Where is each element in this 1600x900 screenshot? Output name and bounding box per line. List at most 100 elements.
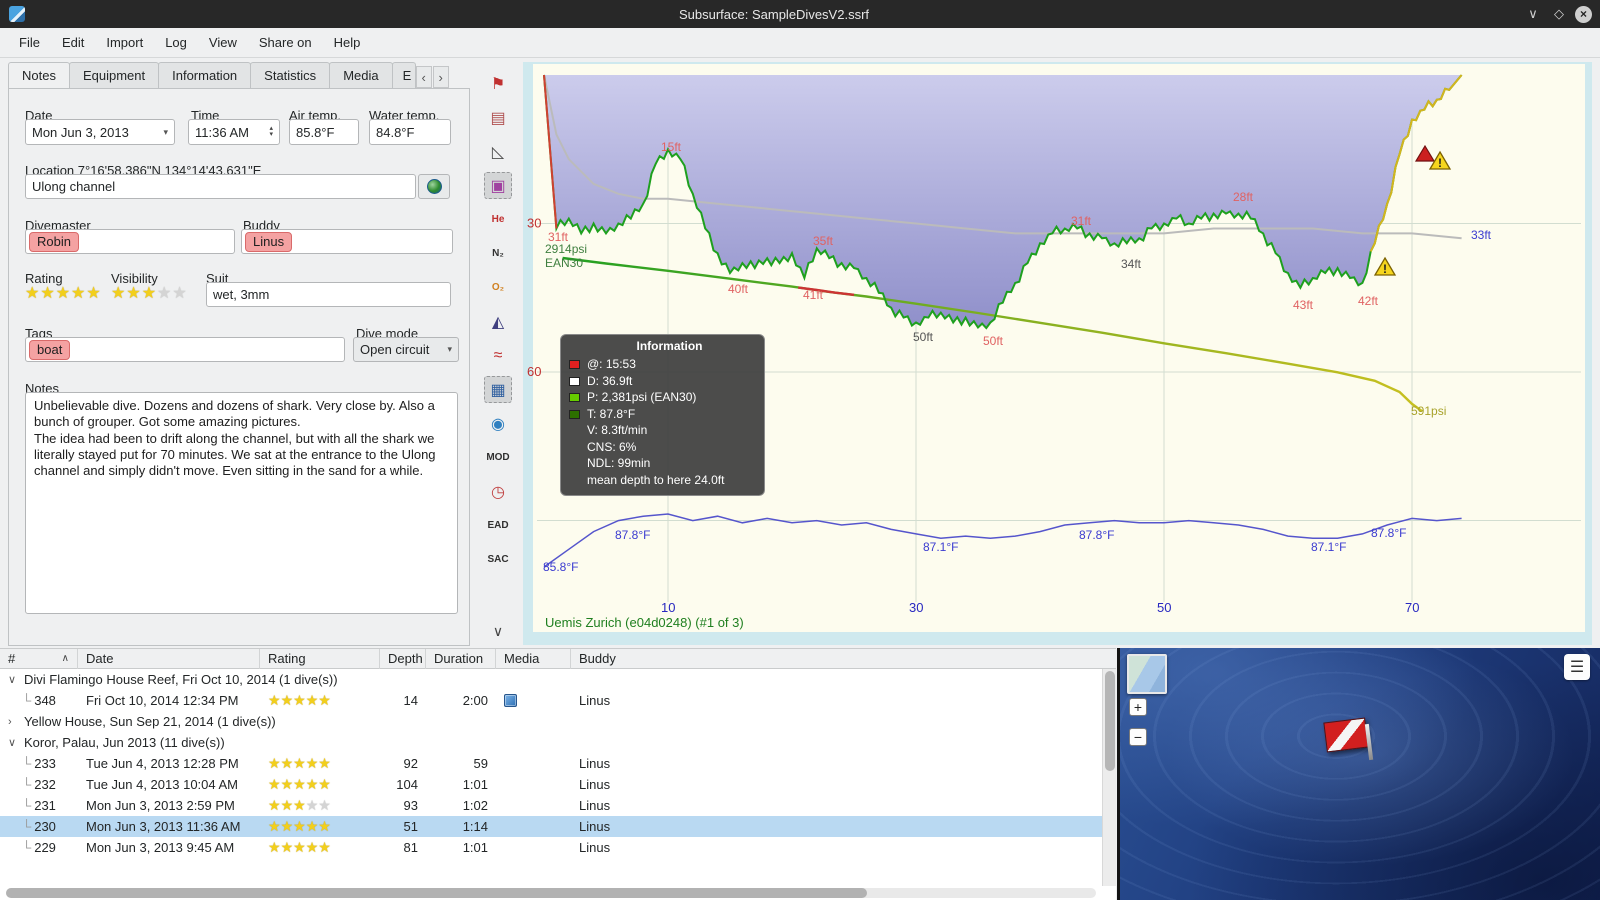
star-2[interactable]: ★ [281,755,294,772]
dive-profile-chart[interactable]: 30 60 10 30 50 70!! Uemis Zurich (e04d0248) (… [523,62,1592,645]
tags-input[interactable]: boat [25,337,345,362]
map-zoom-in-button[interactable]: + [1129,698,1147,716]
dive-row[interactable]: └ 233 Tue Jun 4, 2013 12:28 PM ★ ★ ★ ★ ★ 92 59 Lin… [0,753,1102,774]
star-3[interactable]: ★ [142,285,157,302]
trip-row[interactable]: › Yellow House, Sun Sep 21, 2014 (1 dive(… [0,711,1102,732]
buddy-input[interactable]: Linus [241,229,453,254]
location-input[interactable]: Ulong channel [25,174,416,199]
star-3[interactable]: ★ [293,755,306,772]
picture-overlay-icon[interactable]: ▦ [484,376,512,403]
star-1[interactable]: ★ [268,797,281,814]
star-1[interactable]: ★ [268,776,281,793]
dive-row[interactable]: └ 231 Mon Jun 3, 2013 2:59 PM ★ ★ ★ ★ ★ 93 1:02 Li… [0,795,1102,816]
star-1[interactable]: ★ [268,692,281,709]
star-1[interactable]: ★ [268,755,281,772]
tab-media[interactable]: Media [329,62,393,88]
column-header-buddy[interactable]: Buddy [571,649,1116,669]
dive-row[interactable]: └ 232 Tue Jun 4, 2013 10:04 AM ★ ★ ★ ★ ★ 104 1:01… [0,774,1102,795]
map-menu-button[interactable]: ☰ [1564,654,1590,680]
column-header-date[interactable]: Date [78,648,260,669]
map-zoom-out-button[interactable]: − [1129,728,1147,746]
star-2[interactable]: ★ [281,776,294,793]
column-header-duration[interactable]: Duration [426,648,496,669]
time-spinner[interactable]: ▴ ▾ [269,125,273,138]
star-2[interactable]: ★ [281,818,294,835]
ead-icon[interactable]: EAD [484,512,512,539]
star-4[interactable]: ★ [306,839,319,856]
star-4[interactable]: ★ [306,755,319,772]
star-1[interactable]: ★ [268,839,281,856]
ruler-icon[interactable]: ◺ [484,138,512,165]
star-2[interactable]: ★ [281,797,294,814]
divemaster-chip[interactable]: Robin [29,231,79,252]
tab-equipment[interactable]: Equipment [68,62,160,88]
tab-e[interactable]: E [391,62,416,88]
media-icon[interactable] [504,694,517,707]
dive-row[interactable]: └ 230 Mon Jun 3, 2013 11:36 AM ★ ★ ★ ★ ★ 51 1:14 L… [0,816,1102,837]
menu-edit[interactable]: Edit [51,30,95,55]
show-pictures-icon[interactable]: ▣ [484,172,512,199]
menu-log[interactable]: Log [154,30,198,55]
mod-icon[interactable]: MOD [484,444,512,471]
air-temp-input[interactable]: 85.8°F [289,119,359,145]
tab-statistics[interactable]: Statistics [250,62,331,88]
tag-chip[interactable]: boat [29,339,71,360]
star-5[interactable]: ★ [318,692,331,709]
star-3[interactable]: ★ [293,839,306,856]
menu-view[interactable]: View [198,30,248,55]
tab-information[interactable]: Information [158,62,252,88]
menu-share-on[interactable]: Share on [248,30,323,55]
column-header-depth[interactable]: Depth [380,648,426,669]
edit-dive-site-button[interactable] [418,174,450,199]
helium-graph-icon[interactable]: He [484,206,512,233]
star-4[interactable]: ★ [157,285,172,302]
toolbar-collapse-icon[interactable]: ∨ [484,623,512,640]
tissues-icon[interactable]: ▤ [484,104,512,131]
star-3[interactable]: ★ [293,692,306,709]
dive-site-marker[interactable] [1323,717,1385,768]
nitrogen-graph-icon[interactable]: N₂ [484,240,512,267]
visibility-stars[interactable]: ★★★★★ [111,283,188,303]
divemaster-input[interactable]: Robin [25,229,235,254]
star-2[interactable]: ★ [126,285,141,302]
column-header-media[interactable]: Media [496,648,571,669]
star-2[interactable]: ★ [40,285,55,302]
star-3[interactable]: ★ [293,797,306,814]
salinity-icon[interactable]: ◉ [484,410,512,437]
star-1[interactable]: ★ [25,285,40,302]
star-2[interactable]: ★ [281,839,294,856]
ceiling-icon[interactable]: ◭ [484,308,512,335]
dive-mode-select[interactable]: Open circuit ▾ [353,337,459,362]
star-4[interactable]: ★ [306,797,319,814]
sac-icon[interactable]: SAC [484,546,512,573]
map-overview-inset[interactable] [1127,654,1167,694]
trip-row[interactable]: ∨ Divi Flamingo House Reef, Fri Oct 10, 2… [0,669,1102,690]
map-panel[interactable]: + − ☰ [1117,648,1600,900]
star-5[interactable]: ★ [318,839,331,856]
vertical-scrollbar-thumb[interactable] [1105,671,1115,771]
scale-icon[interactable]: ◷ [484,478,512,505]
time-input[interactable]: 11:36 AM ▴ ▾ [188,119,280,145]
column-header-rating[interactable]: Rating [260,648,380,669]
star-4[interactable]: ★ [306,776,319,793]
star-3[interactable]: ★ [293,776,306,793]
dive-row[interactable]: └ 348 Fri Oct 10, 2014 12:34 PM ★ ★ ★ ★ ★ 14 2:00… [0,690,1102,711]
star-3[interactable]: ★ [56,285,71,302]
column-header-num[interactable]: # ∧ [0,648,78,669]
rating-stars[interactable]: ★★★★★ [25,283,102,303]
star-5[interactable]: ★ [86,285,101,302]
star-1[interactable]: ★ [268,818,281,835]
buddy-chip[interactable]: Linus [245,231,293,252]
star-3[interactable]: ★ [293,818,306,835]
suit-input[interactable]: wet, 3mm [206,282,451,307]
vertical-scrollbar[interactable] [1102,669,1116,886]
star-1[interactable]: ★ [111,285,126,302]
tab-scroll-left-icon[interactable]: ‹ [415,66,432,88]
star-5[interactable]: ★ [318,797,331,814]
menu-file[interactable]: File [8,30,51,55]
spin-down-icon[interactable]: ▾ [269,131,273,138]
star-5[interactable]: ★ [318,755,331,772]
maximize-button[interactable]: ◇ [1549,4,1569,24]
star-5[interactable]: ★ [318,818,331,835]
minimize-button[interactable]: ∨ [1523,4,1543,24]
